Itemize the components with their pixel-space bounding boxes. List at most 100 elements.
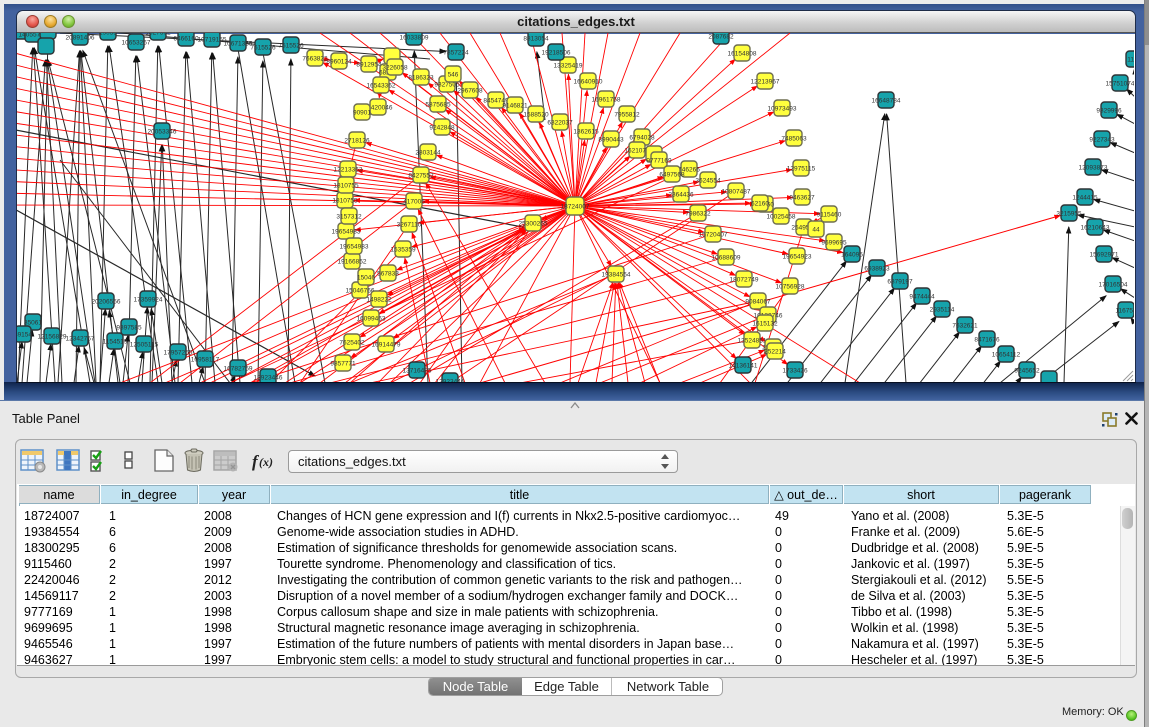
svg-text:7515526: 7515526	[250, 45, 276, 52]
svg-text:7625402: 7625402	[339, 340, 365, 347]
svg-text:10973493: 10973493	[768, 106, 797, 113]
svg-text:19218506: 19218506	[542, 50, 571, 57]
svg-text:1535359: 1535359	[390, 247, 416, 254]
svg-text:1810755: 1810755	[333, 183, 359, 190]
svg-text:9146821: 9146821	[502, 103, 528, 110]
svg-text:2718126: 2718126	[344, 138, 370, 145]
svg-text:16543362: 16543362	[367, 83, 396, 90]
svg-text:2087682: 2087682	[708, 34, 734, 41]
svg-text:9245652: 9245652	[1014, 368, 1040, 375]
svg-text:9699695: 9699695	[821, 240, 847, 247]
svg-text:16914479: 16914479	[372, 342, 401, 349]
svg-text:3215955: 3215955	[1056, 211, 1082, 218]
svg-text:10671355: 10671355	[224, 41, 253, 48]
svg-text:1362615: 1362615	[573, 129, 599, 136]
svg-text:9227343: 9227343	[1089, 137, 1115, 144]
svg-text:7515526: 7515526	[278, 43, 304, 50]
svg-text:10025458: 10025458	[767, 214, 796, 221]
svg-text:9397585: 9397585	[116, 325, 142, 332]
svg-text:20206556: 20206556	[92, 299, 121, 306]
svg-text:13325419: 13325419	[554, 63, 583, 70]
svg-text:9857771: 9857771	[330, 361, 356, 368]
svg-text:1588520: 1588520	[523, 112, 549, 119]
svg-text:10719155: 10719155	[198, 37, 227, 44]
svg-text:17957255: 17957255	[164, 350, 193, 357]
svg-text:12975115: 12975115	[787, 166, 816, 173]
svg-text:12156829: 12156829	[38, 334, 67, 341]
svg-text:1810755: 1810755	[332, 198, 358, 205]
svg-text:6497568: 6497568	[659, 172, 685, 179]
svg-text:12213967: 12213967	[751, 79, 780, 86]
svg-text:6322037: 6322037	[547, 120, 573, 127]
svg-text:1244415: 1244415	[1072, 195, 1098, 202]
svg-text:7857224: 7857224	[443, 50, 469, 57]
svg-text:567833: 567833	[377, 271, 399, 278]
svg-text:9115460: 9115460	[817, 212, 842, 219]
svg-text:10653267: 10653267	[122, 40, 151, 47]
svg-text:19654983: 19654983	[332, 229, 361, 236]
svg-text:13524851: 13524851	[738, 338, 767, 345]
svg-text:18072749: 18072749	[730, 277, 759, 284]
svg-text:5875685: 5875685	[425, 102, 451, 109]
svg-text:8960124: 8960124	[326, 59, 352, 66]
svg-text:19033: 19033	[99, 33, 117, 37]
svg-text:16210643: 16210643	[1081, 225, 1110, 232]
svg-text:6938923: 6938923	[864, 266, 890, 273]
svg-text:8186323: 8186323	[408, 75, 434, 82]
svg-text:10688609: 10688609	[712, 255, 741, 262]
svg-text:7663822: 7663822	[302, 56, 328, 63]
svg-text:17359924: 17359924	[134, 297, 163, 304]
svg-text:16640910: 16640910	[574, 79, 603, 86]
svg-text:19654983: 19654983	[340, 244, 369, 251]
svg-text:9329996: 9329996	[1096, 108, 1122, 115]
svg-text:12505115: 12505115	[130, 342, 159, 349]
svg-text:6794028: 6794028	[629, 135, 655, 142]
svg-text:3267110: 3267110	[397, 222, 422, 229]
svg-text:16033809: 16033809	[400, 35, 429, 42]
svg-text:3624554: 3624554	[695, 178, 721, 185]
svg-text:39154: 39154	[17, 332, 32, 339]
svg-text:7955812: 7955812	[614, 112, 640, 119]
svg-text:2935114: 2935114	[930, 307, 955, 314]
svg-text:417006: 417006	[403, 199, 425, 206]
svg-text:15692971: 15692971	[1090, 252, 1119, 259]
svg-text:1615132: 1615132	[752, 321, 778, 328]
svg-text:16648784: 16648784	[872, 98, 901, 105]
svg-text:116753: 116753	[1115, 308, 1134, 315]
svg-text:252214: 252214	[764, 349, 786, 356]
svg-text:3157312: 3157312	[336, 214, 362, 221]
svg-text:44: 44	[812, 227, 820, 234]
svg-text:19654923: 19654923	[783, 254, 812, 261]
svg-text:15751074: 15751074	[1106, 81, 1134, 88]
svg-text:164095: 164095	[841, 252, 863, 259]
svg-text:12213363: 12213363	[334, 167, 363, 174]
svg-text:7485063: 7485063	[781, 136, 807, 143]
svg-text:6879197: 6879197	[887, 279, 913, 286]
svg-text:16099463: 16099463	[357, 316, 386, 323]
svg-text:8990443: 8990443	[598, 137, 624, 144]
svg-text:(x): (x)	[259, 455, 273, 469]
svg-text:16154808: 16154808	[728, 51, 757, 58]
svg-text:2364436: 2364436	[668, 192, 694, 199]
svg-text:16782759: 16782759	[224, 366, 253, 373]
svg-text:8912954: 8912954	[356, 62, 382, 69]
svg-text:546: 546	[448, 72, 459, 79]
svg-text:10654112: 10654112	[992, 352, 1021, 359]
svg-text:7986322: 7986322	[685, 211, 711, 218]
svg-text:2967608: 2967608	[457, 88, 483, 95]
svg-text:9777169: 9777169	[646, 158, 672, 165]
svg-text:8427552: 8427552	[408, 173, 434, 180]
svg-text:17016504: 17016504	[1099, 282, 1128, 289]
svg-text:15720407: 15720407	[699, 232, 728, 239]
svg-text:2803144: 2803144	[415, 150, 441, 157]
svg-text:1117: 1117	[1127, 57, 1134, 64]
svg-text:1498222: 1498222	[366, 297, 392, 304]
svg-text:9463627: 9463627	[789, 195, 815, 202]
svg-text:20053346: 20053346	[148, 129, 177, 136]
svg-text:10807487: 10807487	[722, 189, 751, 196]
svg-text:8471676: 8471676	[974, 337, 1000, 344]
svg-text:7632621: 7632621	[952, 323, 978, 330]
svg-text:12923446: 12923446	[254, 375, 283, 382]
svg-text:9474444: 9474444	[909, 294, 935, 301]
svg-text:14136141: 14136141	[729, 363, 758, 370]
